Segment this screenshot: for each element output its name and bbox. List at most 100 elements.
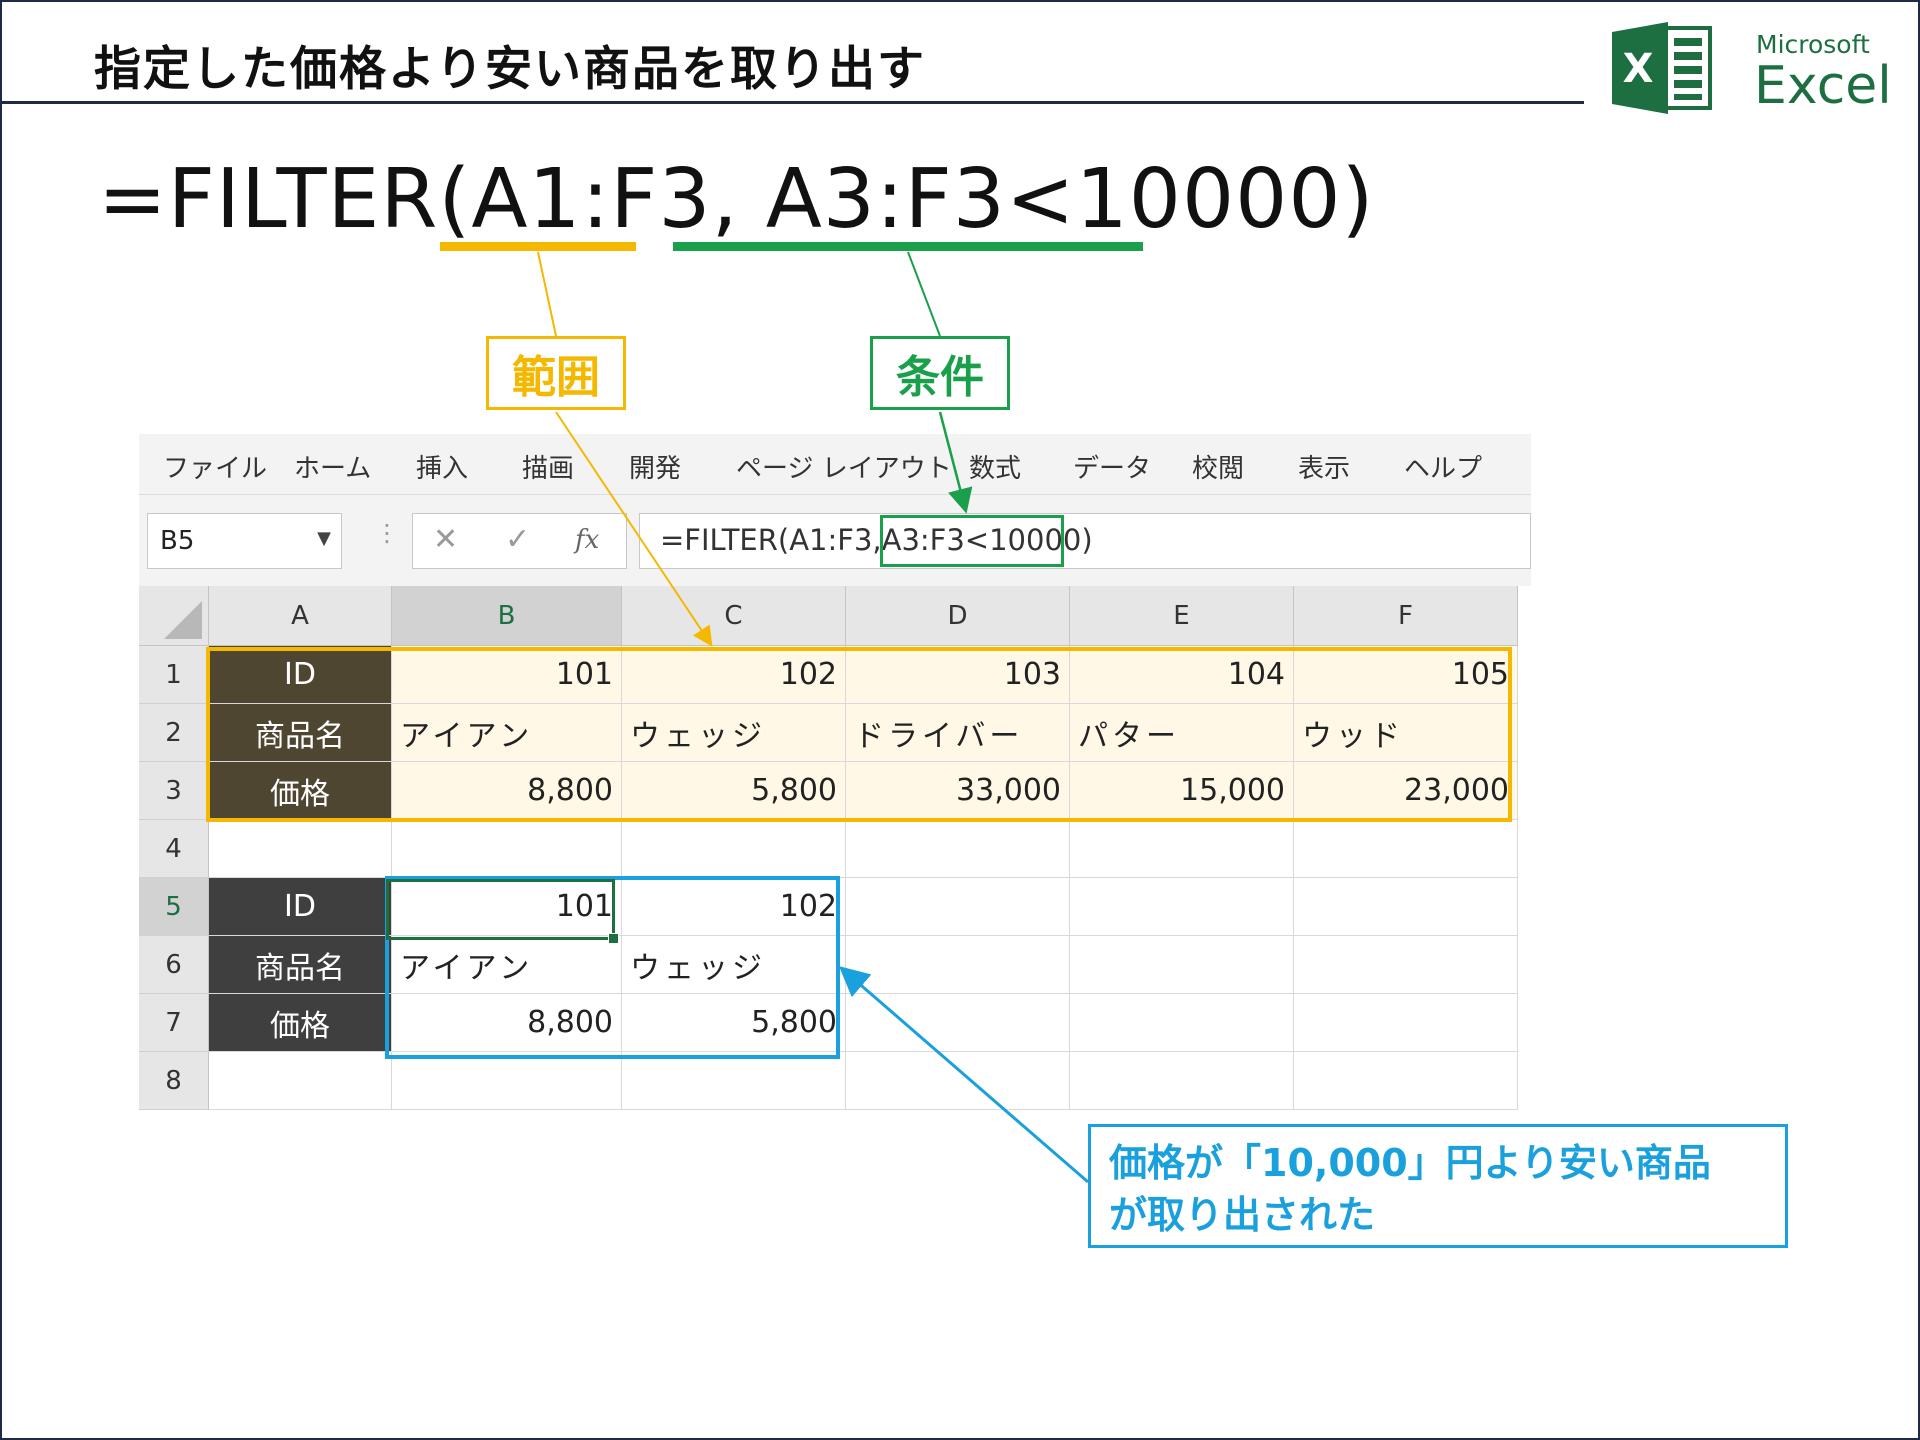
slide: 指定した価格より安い商品を取り出す X Microsoft Excel =FIL… — [0, 0, 1920, 1440]
cell-f8[interactable] — [1294, 1052, 1518, 1110]
cell-f5[interactable] — [1294, 878, 1518, 936]
condition-label: 条件 — [870, 336, 1010, 410]
cell-a8[interactable] — [209, 1052, 392, 1110]
row-header-1[interactable]: 1 — [139, 646, 209, 704]
cell-e3[interactable]: 15,000 — [1070, 762, 1294, 820]
cell-c6[interactable]: ウェッジ — [622, 936, 846, 994]
row-header-8[interactable]: 8 — [139, 1052, 209, 1110]
cell-b8[interactable] — [392, 1052, 622, 1110]
cell-d7[interactable] — [846, 994, 1070, 1052]
cell-c4[interactable] — [622, 820, 846, 878]
row-header-4[interactable]: 4 — [139, 820, 209, 878]
cell-b1[interactable]: 101 — [392, 646, 622, 704]
tab-developer[interactable]: 開発 — [629, 448, 681, 485]
formula-prefix: =FILTER( — [98, 152, 472, 247]
cell-e1[interactable]: 104 — [1070, 646, 1294, 704]
cell-d8[interactable] — [846, 1052, 1070, 1110]
excel-logo-icon: X — [1612, 22, 1712, 114]
cell-f1[interactable]: 105 — [1294, 646, 1518, 704]
cell-e4[interactable] — [1070, 820, 1294, 878]
formula-display: =FILTER(A1:F3, A3:F3<10000) — [98, 152, 1375, 247]
cell-d5[interactable] — [846, 878, 1070, 936]
cell-b7[interactable]: 8,800 — [392, 994, 622, 1052]
cell-a5[interactable]: ID — [209, 878, 392, 936]
tab-formulas[interactable]: 数式 — [969, 448, 1021, 485]
name-box[interactable]: B5 ▼ — [147, 513, 342, 569]
condition-underline — [673, 242, 1143, 251]
tab-review[interactable]: 校閲 — [1192, 448, 1244, 485]
cell-d3[interactable]: 33,000 — [846, 762, 1070, 820]
cell-a3[interactable]: 価格 — [209, 762, 392, 820]
row-header-5[interactable]: 5 — [139, 878, 209, 936]
formula-bar-buttons: ✕ ✓ fx — [412, 513, 627, 569]
tab-view[interactable]: 表示 — [1298, 448, 1350, 485]
cell-e7[interactable] — [1070, 994, 1294, 1052]
cell-c5[interactable]: 102 — [622, 878, 846, 936]
cell-b3[interactable]: 8,800 — [392, 762, 622, 820]
range-underline — [440, 242, 636, 251]
column-header-f[interactable]: F — [1294, 586, 1518, 646]
cell-c8[interactable] — [622, 1052, 846, 1110]
formula-input[interactable]: =FILTER(A1:F3,A3:F3<10000) — [639, 513, 1531, 569]
cell-c2[interactable]: ウェッジ — [622, 704, 846, 762]
cell-d4[interactable] — [846, 820, 1070, 878]
tab-help[interactable]: ヘルプ — [1404, 448, 1482, 485]
cell-c7[interactable]: 5,800 — [622, 994, 846, 1052]
cell-f6[interactable] — [1294, 936, 1518, 994]
tab-insert[interactable]: 挿入 — [416, 448, 468, 485]
tab-data[interactable]: データ — [1073, 448, 1151, 485]
excel-logo-letter: X — [1623, 46, 1654, 92]
result-note-line1: 価格が「10,000」円より安い商品 — [1109, 1141, 1711, 1185]
cell-e2[interactable]: パター — [1070, 704, 1294, 762]
formula-bar: B5 ▼ ⋮ ✕ ✓ fx =FILTER(A1:F3,A3:F3<10000) — [139, 494, 1531, 587]
cell-b5[interactable]: 101 — [392, 878, 622, 936]
tab-file[interactable]: ファイル — [163, 448, 267, 485]
cell-a7[interactable]: 価格 — [209, 994, 392, 1052]
tab-page-layout[interactable]: ページ レイアウト — [736, 448, 952, 485]
tab-draw[interactable]: 描画 — [522, 448, 574, 485]
chevron-down-icon[interactable]: ▼ — [317, 528, 331, 549]
formula-separator: , — [711, 152, 766, 247]
tab-home[interactable]: ホーム — [294, 448, 371, 485]
cell-f4[interactable] — [1294, 820, 1518, 878]
spreadsheet-grid: A B C D E F 1 2 3 4 5 6 7 8 ID 101 102 1… — [139, 586, 1531, 1123]
cell-a2[interactable]: 商品名 — [209, 704, 392, 762]
column-header-b[interactable]: B — [392, 586, 622, 646]
cell-e8[interactable] — [1070, 1052, 1294, 1110]
cell-e6[interactable] — [1070, 936, 1294, 994]
cell-e5[interactable] — [1070, 878, 1294, 936]
cell-d1[interactable]: 103 — [846, 646, 1070, 704]
cell-f2[interactable]: ウッド — [1294, 704, 1518, 762]
row-header-3[interactable]: 3 — [139, 762, 209, 820]
result-note-line2: が取り出された — [1109, 1193, 1376, 1237]
row-header-2[interactable]: 2 — [139, 704, 209, 762]
column-header-e[interactable]: E — [1070, 586, 1294, 646]
select-all-corner[interactable] — [139, 586, 209, 646]
check-icon[interactable]: ✓ — [505, 522, 530, 557]
cell-d2[interactable]: ドライバー — [846, 704, 1070, 762]
column-header-d[interactable]: D — [846, 586, 1070, 646]
cancel-icon[interactable]: ✕ — [433, 522, 458, 557]
cell-b4[interactable] — [392, 820, 622, 878]
row-header-7[interactable]: 7 — [139, 994, 209, 1052]
cell-a4[interactable] — [209, 820, 392, 878]
ribbon-tabs: ファイル ホーム 挿入 描画 開発 ページ レイアウト 数式 データ 校閲 表示… — [139, 434, 1531, 494]
name-box-value: B5 — [160, 526, 195, 556]
column-header-a[interactable]: A — [209, 586, 392, 646]
cell-c1[interactable]: 102 — [622, 646, 846, 704]
cell-a1[interactable]: ID — [209, 646, 392, 704]
cell-f3[interactable]: 23,000 — [1294, 762, 1518, 820]
cell-f7[interactable] — [1294, 994, 1518, 1052]
excel-logo: X Microsoft Excel — [1608, 18, 1898, 118]
cell-d6[interactable] — [846, 936, 1070, 994]
range-connector-line — [537, 251, 557, 337]
fx-icon[interactable]: fx — [575, 525, 599, 555]
range-label: 範囲 — [486, 336, 626, 410]
column-header-c[interactable]: C — [622, 586, 846, 646]
cell-b6[interactable]: アイアン — [392, 936, 622, 994]
cell-b2[interactable]: アイアン — [392, 704, 622, 762]
row-header-6[interactable]: 6 — [139, 936, 209, 994]
fill-handle[interactable] — [608, 933, 619, 944]
cell-c3[interactable]: 5,800 — [622, 762, 846, 820]
cell-a6[interactable]: 商品名 — [209, 936, 392, 994]
